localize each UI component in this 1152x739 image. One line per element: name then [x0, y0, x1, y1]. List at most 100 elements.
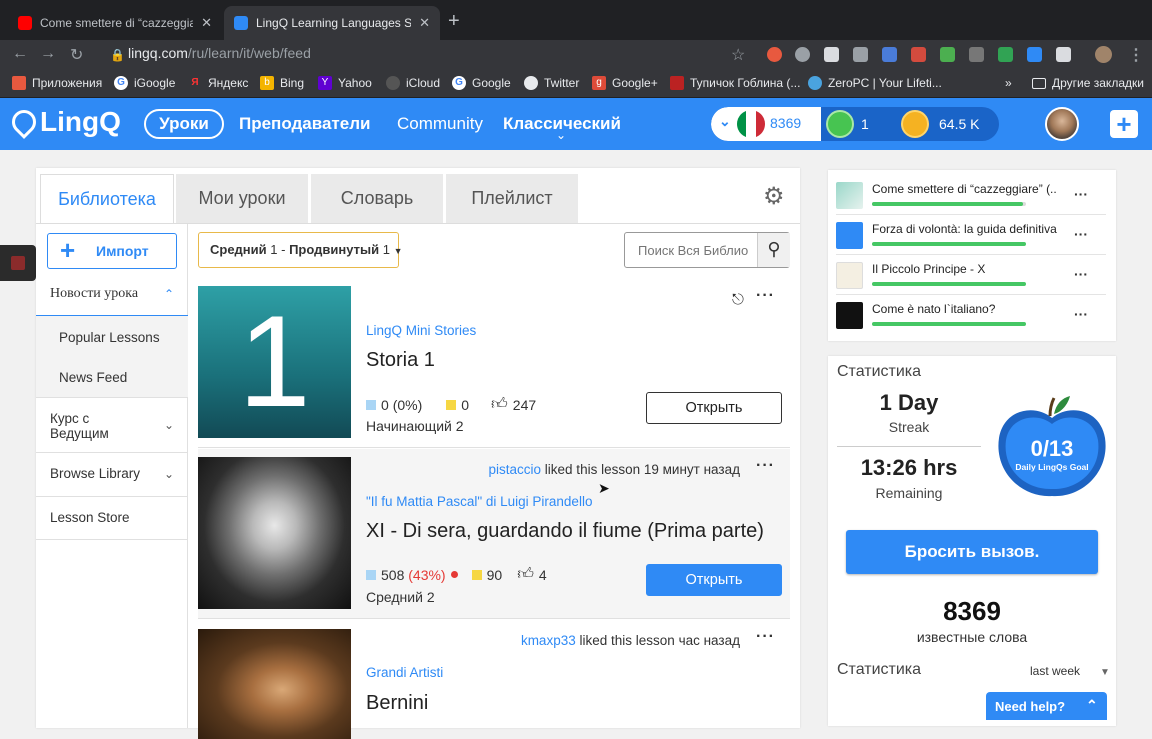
nav-lessons[interactable]: Уроки: [144, 109, 224, 139]
lingq-thumbnail-icon: [836, 222, 863, 249]
bookmark-bing[interactable]: b Bing: [260, 76, 304, 90]
bookmark-twitter[interactable]: Twitter: [524, 76, 579, 90]
lesson-thumbnail[interactable]: 1: [198, 286, 351, 438]
download-icon[interactable]: [940, 47, 955, 62]
extension-icon[interactable]: [795, 47, 810, 62]
lesson-course[interactable]: "Il fu Mattia Pascal" di Luigi Pirandell…: [366, 494, 592, 509]
activity-user[interactable]: kmaxp33: [521, 633, 576, 648]
url-field[interactable]: lingq.com/ru/learn/it/web/feed: [128, 45, 311, 61]
more-options-icon[interactable]: ···: [756, 628, 775, 646]
tab-my-lessons[interactable]: Мои уроки: [176, 174, 308, 224]
language-selector[interactable]: ⌄: [711, 107, 821, 141]
other-bookmarks[interactable]: Другие закладки: [1032, 76, 1144, 90]
lesson-title[interactable]: Bernini: [366, 692, 428, 715]
recent-lesson[interactable]: Il Piccolo Principe - X ···: [836, 256, 1106, 295]
gear-icon[interactable]: ⚙: [763, 182, 785, 211]
activity-user[interactable]: pistaccio: [489, 462, 542, 477]
open-lesson-button[interactable]: Открыть: [646, 392, 782, 424]
bookmark-icloud[interactable]: iCloud: [386, 76, 440, 90]
star-icon[interactable]: ☆: [731, 45, 745, 65]
lesson-stats: 0 (0%) 0 👍︎ 247: [366, 395, 536, 414]
side-widget-button[interactable]: [0, 245, 36, 281]
help-button[interactable]: Need help? ⌃: [986, 692, 1107, 720]
tab-library[interactable]: Библиотека: [40, 174, 174, 224]
menu-news-lessons[interactable]: Новости урока ⌃: [36, 273, 188, 316]
lingq-pin-icon: [7, 105, 41, 139]
nav-tutors[interactable]: Преподаватели: [239, 114, 370, 134]
bookmark-goblin[interactable]: Тупичок Гоблина (...: [670, 76, 800, 90]
lesson-thumbnail[interactable]: [198, 457, 351, 609]
bookmark-zeropc[interactable]: ZeroPC | Your Lifeti...: [808, 76, 942, 90]
tab-vocabulary[interactable]: Словарь: [311, 174, 443, 224]
lingq-icon: [471, 569, 482, 580]
extension-icon[interactable]: [853, 47, 868, 62]
extension-icon[interactable]: [767, 47, 782, 62]
lock-icon[interactable]: 🔒: [110, 48, 125, 62]
lesson-title[interactable]: XI - Di sera, guardando il fiume (Prima …: [366, 520, 764, 543]
extension-icon[interactable]: [824, 47, 839, 62]
profile-icon[interactable]: [1095, 46, 1112, 63]
close-icon[interactable]: ✕: [201, 15, 212, 31]
more-options-icon[interactable]: ···: [756, 457, 775, 475]
lingq-extension-icon[interactable]: [1027, 47, 1042, 62]
lingq-logo[interactable]: LingQ: [7, 105, 121, 139]
bookmark-yahoo[interactable]: Y Yahoo: [318, 76, 372, 90]
search-icon[interactable]: ⚲: [757, 233, 790, 267]
bookmark-googleplus[interactable]: g Google+: [592, 76, 658, 90]
close-icon[interactable]: ✕: [419, 15, 430, 31]
browser-tab-lingq[interactable]: LingQ Learning Languages Simp ✕: [224, 6, 440, 40]
search-input[interactable]: [626, 234, 756, 266]
menu-lesson-store[interactable]: Lesson Store: [36, 497, 188, 540]
header-stats[interactable]: ⌄ 8369 1 64.5 K: [711, 107, 999, 141]
news-submenu: Popular Lessons News Feed: [36, 316, 188, 398]
add-button[interactable]: +: [1110, 110, 1138, 138]
more-options-icon[interactable]: ···: [1074, 306, 1088, 322]
nav-community[interactable]: Community: [397, 114, 483, 134]
bookmark-igoogle[interactable]: GiGoogle: [114, 76, 175, 90]
new-tab-button[interactable]: +: [448, 10, 460, 33]
more-options-icon[interactable]: ···: [1074, 266, 1088, 282]
menu-icon[interactable]: ⋮: [1128, 45, 1144, 65]
menu-guided-course[interactable]: Курс с Ведущим ⌄: [36, 399, 188, 453]
bookmark-yandex[interactable]: Я Яндекс: [188, 76, 248, 90]
bookmark-apps[interactable]: Приложения: [12, 76, 102, 90]
more-options-icon[interactable]: ···: [756, 287, 775, 305]
forward-icon[interactable]: →: [40, 45, 56, 63]
extension-icon[interactable]: [969, 47, 984, 62]
lesson-course[interactable]: LingQ Mini Stories: [366, 323, 476, 338]
chevron-down-icon[interactable]: ⌄: [556, 128, 566, 142]
extension-icon[interactable]: [998, 47, 1013, 62]
menu-news-feed[interactable]: News Feed: [59, 370, 127, 385]
recent-lesson[interactable]: Come è nato l`italiano? ···: [836, 296, 1106, 335]
menu-popular-lessons[interactable]: Popular Lessons: [59, 330, 160, 345]
pin-icon[interactable]: ⎋: [732, 291, 744, 308]
menu-browse-library[interactable]: Browse Library ⌄: [36, 453, 188, 497]
more-options-icon[interactable]: ···: [1074, 226, 1088, 242]
bookmarks-more-button[interactable]: »: [1005, 76, 1012, 90]
back-icon[interactable]: ←: [12, 45, 28, 63]
extension-icon[interactable]: [911, 47, 926, 62]
tab-playlist[interactable]: Плейлист: [446, 174, 578, 224]
thumbs-up-icon[interactable]: 👍︎: [491, 395, 508, 414]
recent-lesson[interactable]: Come smettere di “cazzeggiare” (... ···: [836, 176, 1106, 215]
lesson-thumbnail[interactable]: [198, 629, 351, 739]
avatar[interactable]: [1045, 107, 1079, 141]
daily-goal-apple-icon[interactable]: 0/13 Daily LingQs Goal: [996, 394, 1108, 498]
level-filter[interactable]: Средний 1 - Продвинутый 1 ▼: [198, 232, 402, 268]
bing-icon: b: [260, 76, 274, 90]
extension-icon[interactable]: [882, 47, 897, 62]
more-options-icon[interactable]: ···: [1074, 186, 1088, 202]
browser-tab-youtube[interactable]: Come smettere di “cazzeggiare” ✕: [8, 6, 222, 40]
extension-icon[interactable]: [1056, 47, 1071, 62]
lesson-title[interactable]: Storia 1: [366, 349, 435, 372]
lesson-course[interactable]: Grandi Artisti: [366, 665, 443, 680]
challenge-button[interactable]: Бросить вызов.: [846, 530, 1098, 574]
thumbs-up-icon[interactable]: 👍︎: [517, 565, 534, 584]
period-select[interactable]: last week ▼: [1030, 664, 1110, 678]
open-lesson-button[interactable]: Открыть: [646, 564, 782, 596]
recent-lesson[interactable]: Forza di volontà: la guida definitiva...…: [836, 216, 1106, 255]
bookmark-google[interactable]: G Google: [452, 76, 511, 90]
reload-icon[interactable]: ↻: [70, 45, 83, 65]
progress-bar: [872, 282, 1026, 286]
import-button[interactable]: + Импорт: [47, 233, 177, 269]
